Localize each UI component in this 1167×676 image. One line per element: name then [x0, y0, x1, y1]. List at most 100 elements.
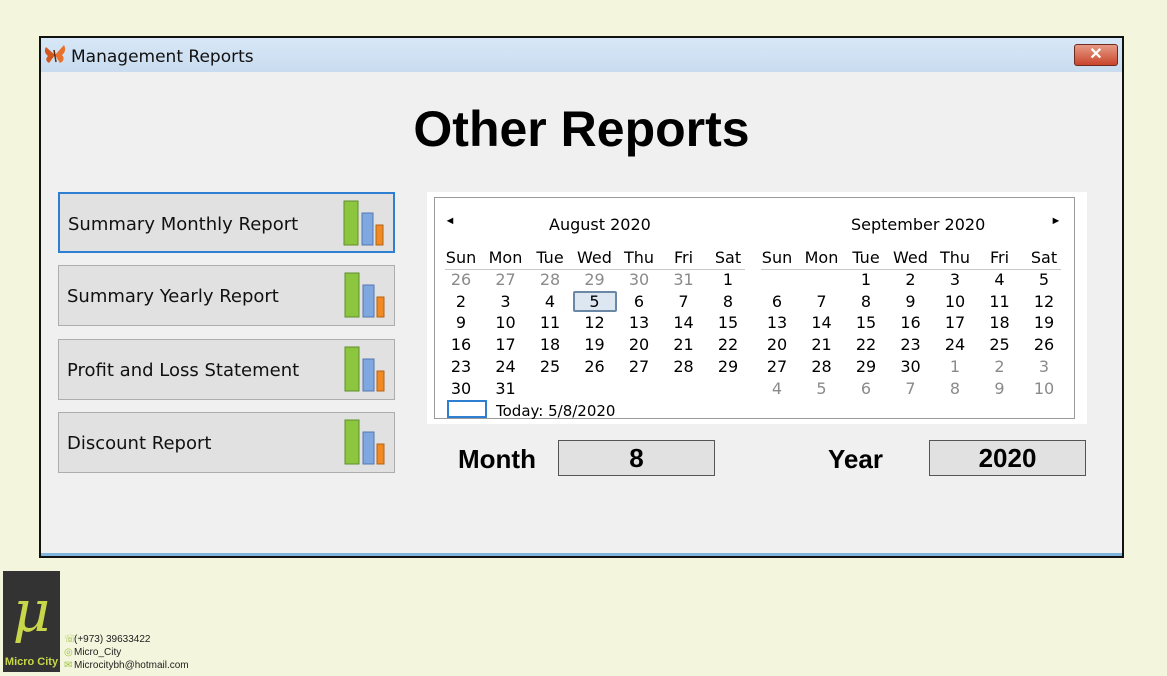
butterfly-app-icon	[44, 45, 66, 63]
weekday-header: Sun	[445, 248, 477, 267]
calendar-day[interactable]: 18	[528, 334, 572, 355]
calendar-day[interactable]: 28	[800, 356, 844, 377]
summary-monthly-report-button[interactable]: Summary Monthly Report	[58, 192, 395, 253]
calendar-day[interactable]: 11	[528, 312, 572, 333]
calendar-day[interactable]: 28	[662, 356, 706, 377]
calendar-day[interactable]: 2	[439, 291, 483, 312]
calendar-day[interactable]: 27	[617, 356, 661, 377]
calendar-day-adjacent[interactable]: 30	[617, 269, 661, 290]
calendar-day[interactable]: 19	[1022, 312, 1066, 333]
calendar-day[interactable]: 26	[573, 356, 617, 377]
calendar-day[interactable]: 29	[844, 356, 888, 377]
calendar-day[interactable]: 2	[889, 269, 933, 290]
calendar-day[interactable]: 9	[439, 312, 483, 333]
calendar-day[interactable]: 14	[800, 312, 844, 333]
calendar-day[interactable]: 21	[800, 334, 844, 355]
calendar-day[interactable]: 4	[528, 291, 572, 312]
calendar-day[interactable]: 24	[933, 334, 977, 355]
close-button[interactable]: ✕	[1074, 44, 1118, 66]
calendar-day-adjacent[interactable]: 6	[844, 378, 888, 399]
today-link[interactable]: Today: 5/8/2020	[496, 402, 615, 420]
calendar-day[interactable]: 18	[978, 312, 1022, 333]
calendar-day[interactable]: 13	[755, 312, 799, 333]
month-title-august[interactable]: August 2020	[549, 215, 651, 234]
calendar-day[interactable]: 30	[889, 356, 933, 377]
calendar-day[interactable]: 22	[844, 334, 888, 355]
next-month-button[interactable]: ►	[1050, 214, 1062, 228]
calendar-day[interactable]: 25	[978, 334, 1022, 355]
calendar-day-adjacent[interactable]: 7	[889, 378, 933, 399]
calendar-day[interactable]: 5	[572, 290, 617, 312]
calendar-day[interactable]: 15	[844, 312, 888, 333]
window-body: Other Reports Summary Monthly Report Sum…	[41, 72, 1122, 556]
calendar-day[interactable]: 10	[484, 312, 528, 333]
calendar-day[interactable]: 12	[573, 312, 617, 333]
calendar-day[interactable]: 25	[528, 356, 572, 377]
calendar-day[interactable]: 16	[889, 312, 933, 333]
calendar-day-adjacent[interactable]: 29	[573, 269, 617, 290]
calendar-day-adjacent[interactable]: 5	[800, 378, 844, 399]
calendar-day[interactable]: 6	[617, 291, 661, 312]
calendar-day[interactable]: 27	[755, 356, 799, 377]
calendar-day[interactable]: 5	[1022, 269, 1066, 290]
calendar-day[interactable]: 13	[617, 312, 661, 333]
calendar-day[interactable]: 22	[706, 334, 750, 355]
report-button-label: Summary Yearly Report	[67, 286, 279, 307]
calendar-day[interactable]: 14	[662, 312, 706, 333]
year-field[interactable]: 2020	[929, 440, 1086, 476]
profit-and-loss-button[interactable]: Profit and Loss Statement	[58, 339, 395, 400]
bar-chart-icon	[344, 272, 385, 318]
calendar-day[interactable]: 16	[439, 334, 483, 355]
calendar-day-adjacent[interactable]: 26	[439, 269, 483, 290]
calendar-day-adjacent[interactable]: 10	[1022, 378, 1066, 399]
calendar-day[interactable]: 11	[978, 291, 1022, 312]
weekday-header: Tue	[852, 248, 880, 267]
previous-month-button[interactable]: ◄	[444, 214, 456, 228]
calendar-day[interactable]: 24	[484, 356, 528, 377]
calendar-day[interactable]: 1	[844, 269, 888, 290]
calendar-day[interactable]: 1	[706, 269, 750, 290]
calendar-day[interactable]: 23	[889, 334, 933, 355]
weekday-header: Mon	[488, 248, 523, 267]
weekday-header: Sun	[761, 248, 793, 267]
calendar-day[interactable]: 8	[706, 291, 750, 312]
calendar-day[interactable]: 12	[1022, 291, 1066, 312]
summary-yearly-report-button[interactable]: Summary Yearly Report	[58, 265, 395, 326]
calendar-day[interactable]: 17	[484, 334, 528, 355]
month-field[interactable]: 8	[558, 440, 715, 476]
calendar-day[interactable]: 30	[439, 378, 483, 399]
calendar-day[interactable]: 4	[978, 269, 1022, 290]
calendar-day-adjacent[interactable]: 2	[978, 356, 1022, 377]
calendar-day[interactable]: 9	[889, 291, 933, 312]
calendar-day-adjacent[interactable]: 9	[978, 378, 1022, 399]
report-button-label: Summary Monthly Report	[68, 214, 299, 235]
calendar-day[interactable]: 23	[439, 356, 483, 377]
calendar-day[interactable]: 10	[933, 291, 977, 312]
calendar-day-adjacent[interactable]: 31	[662, 269, 706, 290]
calendar-day[interactable]: 3	[933, 269, 977, 290]
calendar-day-adjacent[interactable]: 28	[528, 269, 572, 290]
calendar-day[interactable]: 17	[933, 312, 977, 333]
calendar-day[interactable]: 20	[755, 334, 799, 355]
calendar-day[interactable]: 3	[484, 291, 528, 312]
calendar-day[interactable]: 20	[617, 334, 661, 355]
calendar-day[interactable]: 8	[844, 291, 888, 312]
calendar-day[interactable]: 6	[755, 291, 799, 312]
calendar-day-adjacent[interactable]: 27	[484, 269, 528, 290]
month-title-september[interactable]: September 2020	[851, 215, 985, 234]
discount-report-button[interactable]: Discount Report	[58, 412, 395, 473]
calendar-day[interactable]: 15	[706, 312, 750, 333]
weekday-header: Sat	[714, 248, 742, 267]
calendar-day[interactable]: 21	[662, 334, 706, 355]
calendar-day-adjacent[interactable]: 4	[755, 378, 799, 399]
calendar-day[interactable]: 7	[800, 291, 844, 312]
calendar-day[interactable]: 29	[706, 356, 750, 377]
calendar-day-adjacent[interactable]: 1	[933, 356, 977, 377]
calendar-day[interactable]: 31	[484, 378, 528, 399]
calendar-day-adjacent[interactable]: 3	[1022, 356, 1066, 377]
calendar-day-adjacent[interactable]: 8	[933, 378, 977, 399]
today-indicator-box[interactable]	[447, 400, 487, 418]
calendar-day[interactable]: 7	[662, 291, 706, 312]
calendar-day[interactable]: 19	[573, 334, 617, 355]
calendar-day[interactable]: 26	[1022, 334, 1066, 355]
